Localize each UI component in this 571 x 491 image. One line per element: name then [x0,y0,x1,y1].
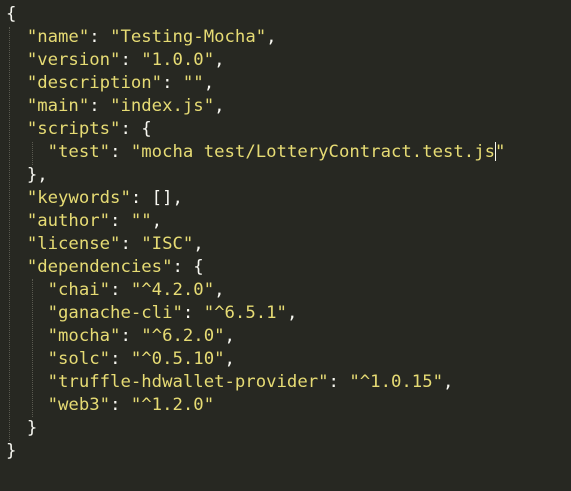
json-value: [] [151,188,173,208]
code-line[interactable]: } [6,440,505,463]
code-line[interactable]: "author": "", [6,210,505,233]
json-value: "mocha test/LotteryContract.test.js [130,142,496,162]
json-key: "keywords" [26,188,131,208]
json-key: "license" [26,234,121,254]
code-line[interactable]: } [6,417,505,440]
code-line[interactable]: "main": "index.js", [6,95,505,118]
json-value: "^6.2.0" [141,326,225,346]
json-value: "" [182,73,204,93]
code-line[interactable]: "scripts": { [6,118,505,141]
code-lines[interactable]: { "name": "Testing-Mocha", "version": "1… [6,3,505,463]
brace: { [6,4,17,24]
json-value: "ISC" [141,234,194,254]
json-value: "^0.5.10" [130,349,225,369]
code-line[interactable]: "keywords": [], [6,187,505,210]
json-key: "main" [26,96,90,116]
json-key: "scripts" [26,119,121,139]
json-key: "author" [26,211,111,231]
brace: }, [26,165,48,185]
json-value: "Testing-Mocha" [110,27,267,47]
json-key: "chai" [47,280,111,300]
json-value: "^4.2.0" [130,280,215,300]
code-line[interactable]: "description": "", [6,72,505,95]
json-value: "^1.2.0" [130,395,215,415]
json-key: "web3" [47,395,111,415]
brace: } [26,418,38,438]
json-value: "index.js" [110,96,215,116]
code-line-active[interactable]: "test": "mocha test/LotteryContract.test… [6,141,505,164]
code-editor[interactable]: { "name": "Testing-Mocha", "version": "1… [0,0,571,491]
json-value: "^1.0.15" [349,372,443,392]
json-key: "description" [26,73,163,93]
code-line[interactable]: "version": "1.0.0", [6,49,505,72]
json-key: "test" [47,142,111,162]
json-key: "dependencies" [26,257,173,277]
code-line[interactable]: "ganache-cli": "^6.5.1", [6,302,505,325]
json-value: "1.0.0" [141,50,215,70]
brace: } [6,441,17,461]
json-value: "^6.5.1" [203,303,287,323]
code-line[interactable]: "chai": "^4.2.0", [6,279,505,302]
code-line[interactable]: "mocha": "^6.2.0", [6,325,505,348]
json-key: "version" [26,50,121,70]
json-value-end: " [495,142,506,162]
code-line[interactable]: "license": "ISC", [6,233,505,256]
code-line[interactable]: "web3": "^1.2.0" [6,394,505,417]
json-key: "truffle-hdwallet-provider" [47,372,329,392]
code-line[interactable]: "name": "Testing-Mocha", [6,26,505,49]
code-line[interactable]: "solc": "^0.5.10", [6,348,505,371]
json-key: "ganache-cli" [47,303,183,323]
json-key: "mocha" [47,326,121,346]
json-key: "name" [26,27,90,47]
code-line[interactable]: { [6,3,505,26]
code-line[interactable]: "dependencies": { [6,256,505,279]
json-key: "solc" [47,349,111,369]
json-value: "" [130,211,152,231]
code-line[interactable]: "truffle-hdwallet-provider": "^1.0.15", [6,371,505,394]
code-line[interactable]: }, [6,164,505,187]
